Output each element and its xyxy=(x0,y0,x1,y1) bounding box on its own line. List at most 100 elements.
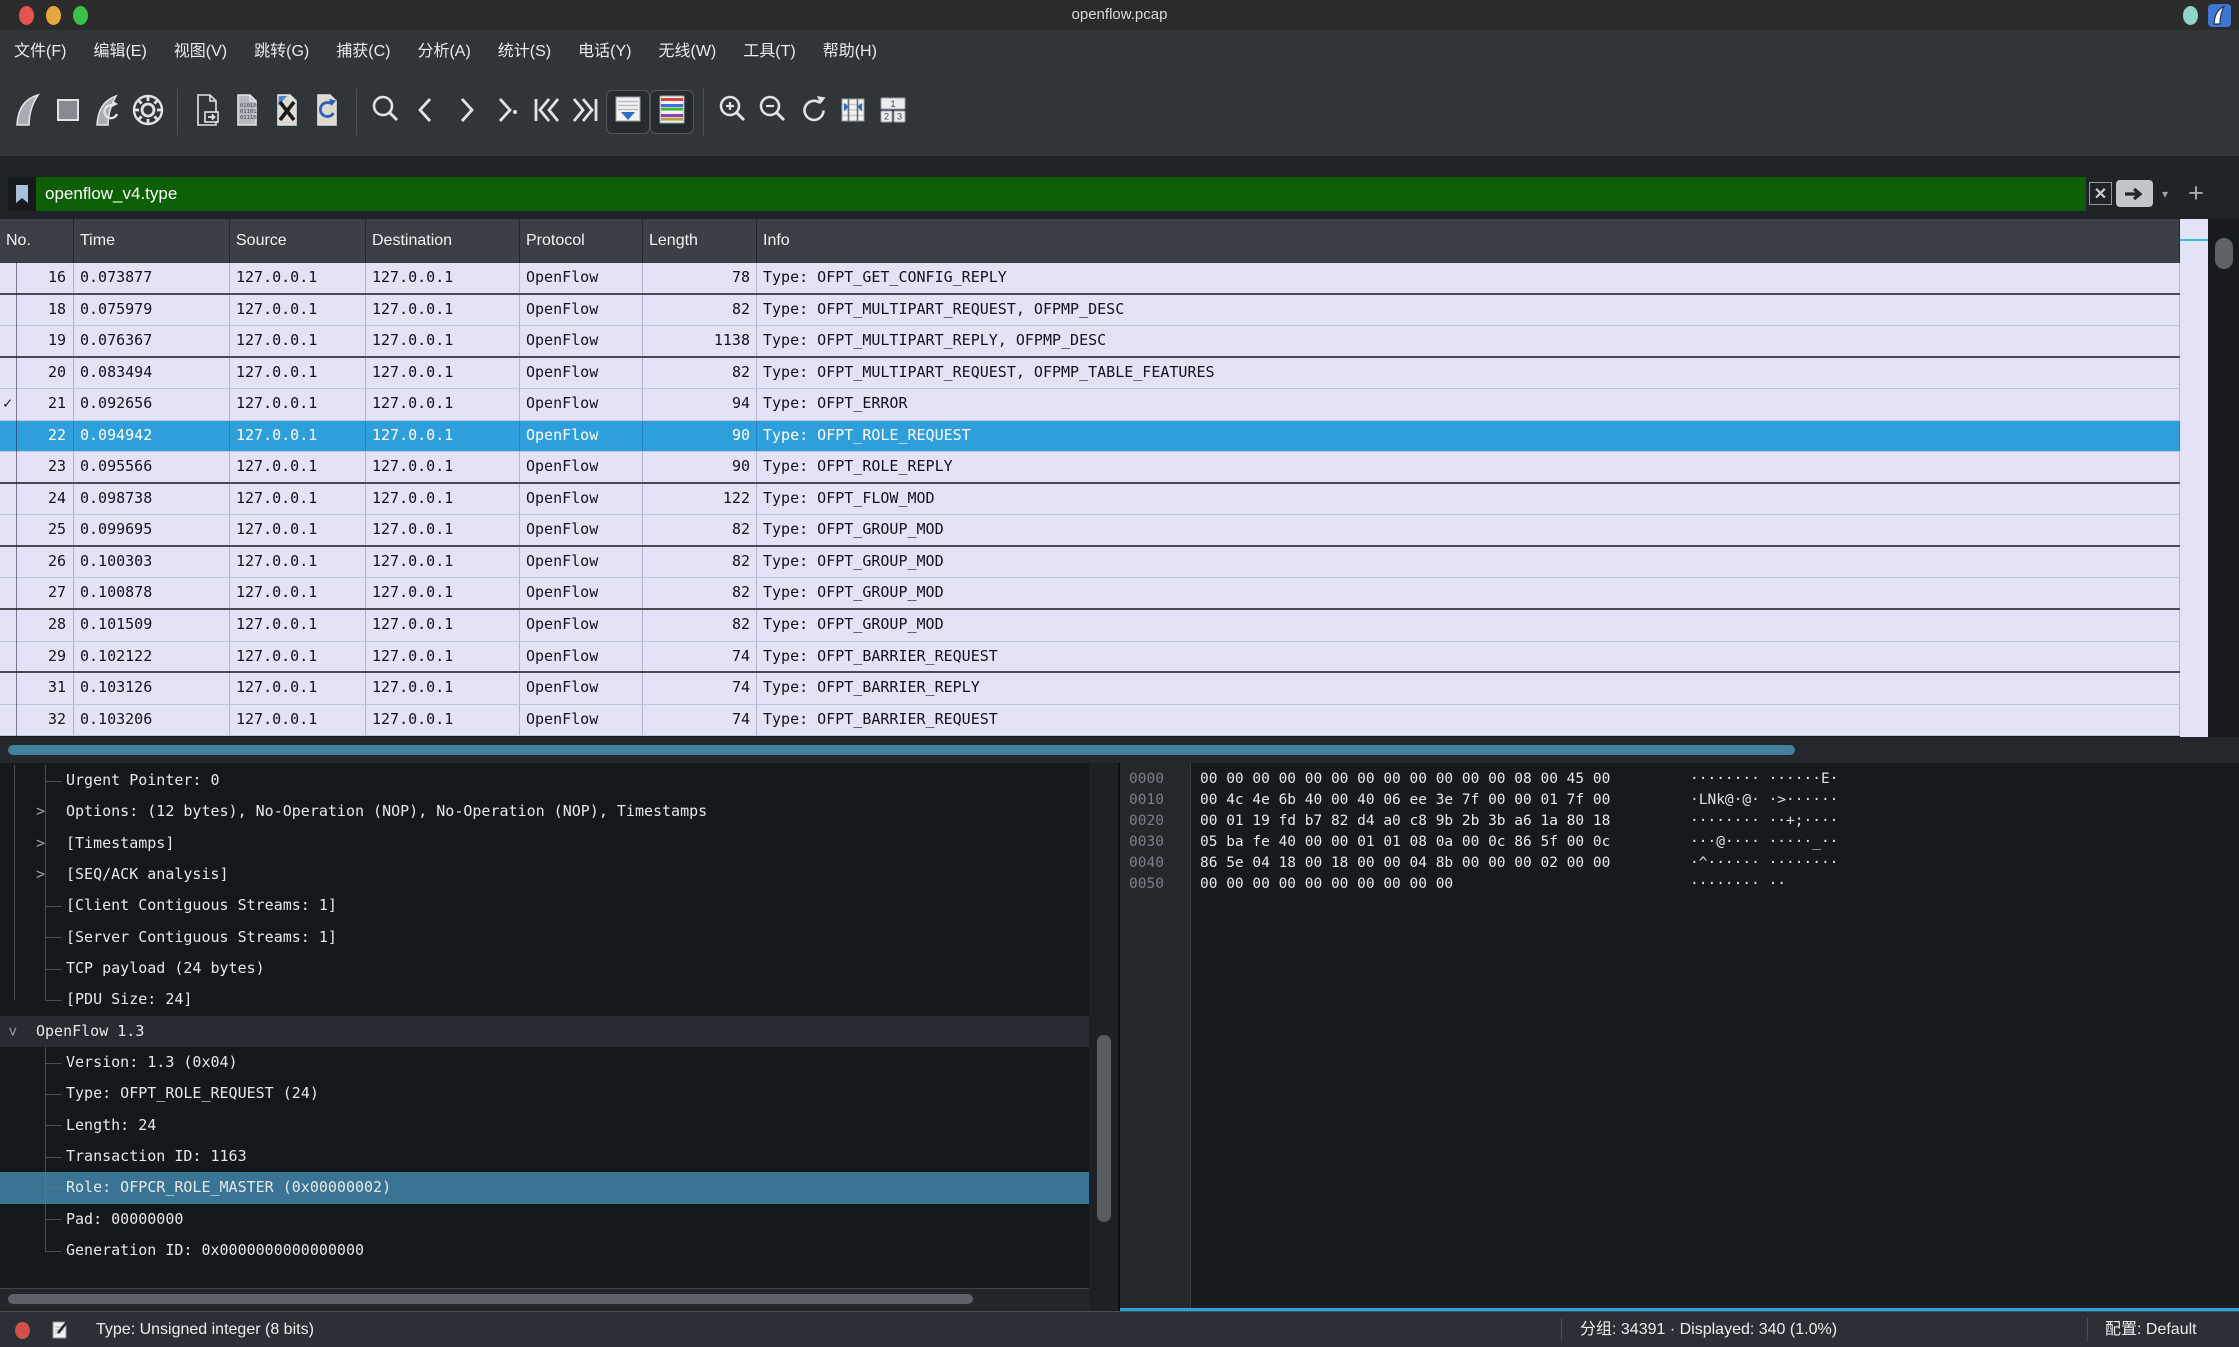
column-header-no[interactable]: No. xyxy=(0,219,74,263)
detail-hscrollbar[interactable] xyxy=(0,1288,1089,1311)
menu-item-f[interactable]: 文件(F) xyxy=(14,37,66,61)
go-previous-button[interactable] xyxy=(406,90,446,134)
detail-vscroll-thumb[interactable] xyxy=(1097,1035,1111,1222)
detail-row[interactable]: Generation ID: 0x0000000000000000 xyxy=(0,1235,1089,1266)
hex-row-0010[interactable]: 001000 4c 4e 6b 40 00 40 06 ee 3e 7f 00 … xyxy=(1120,790,2239,811)
hex-row-0050[interactable]: 005000 00 00 00 00 00 00 00 00 00·······… xyxy=(1120,874,2239,895)
hex-row-0000[interactable]: 000000 00 00 00 00 00 00 00 00 00 00 00 … xyxy=(1120,769,2239,790)
filter-dropdown-caret[interactable]: ▾ xyxy=(2157,182,2173,205)
menu-item-t[interactable]: 工具(T) xyxy=(743,37,795,61)
close-file-button[interactable] xyxy=(267,90,307,134)
detail-row[interactable]: [Server Contiguous Streams: 1] xyxy=(0,922,1089,953)
packet-row-20[interactable]: 200.083494127.0.0.1127.0.0.1OpenFlow82Ty… xyxy=(0,358,2180,390)
filter-bookmark-icon[interactable] xyxy=(8,177,36,211)
menu-item-v[interactable]: 视图(V) xyxy=(174,37,227,61)
go-to-packet-button[interactable] xyxy=(486,90,526,134)
expand-arrow-icon[interactable]: > xyxy=(36,828,45,859)
expert-info-button[interactable] xyxy=(15,1322,30,1339)
hex-row-0020[interactable]: 002000 01 19 fd b7 82 d4 a0 c8 9b 2b 3b … xyxy=(1120,811,2239,832)
packet-row-27[interactable]: 270.100878127.0.0.1127.0.0.1OpenFlow82Ty… xyxy=(0,578,2180,610)
detail-hscroll-thumb[interactable] xyxy=(8,1294,973,1304)
auto-scroll-button[interactable] xyxy=(606,90,650,134)
zoom-out-button[interactable] xyxy=(753,90,793,134)
packet-row-25[interactable]: 250.099695127.0.0.1127.0.0.1OpenFlow82Ty… xyxy=(0,515,2180,547)
packet-row-24[interactable]: 240.098738127.0.0.1127.0.0.1OpenFlow122T… xyxy=(0,484,2180,516)
packet-list-vscrollbar[interactable] xyxy=(2208,219,2239,737)
column-header-length[interactable]: Length xyxy=(643,219,757,263)
packet-row-26[interactable]: 260.100303127.0.0.1127.0.0.1OpenFlow82Ty… xyxy=(0,547,2180,579)
detail-vscrollbar[interactable] xyxy=(1089,763,1118,1311)
detail-row[interactable]: Role: OFPCR_ROLE_MASTER (0x00000002) xyxy=(0,1172,1089,1203)
packet-row-23[interactable]: 230.095566127.0.0.1127.0.0.1OpenFlow90Ty… xyxy=(0,452,2180,484)
packet-list-hscroll-thumb[interactable] xyxy=(8,745,1795,755)
detail-row[interactable]: Pad: 00000000 xyxy=(0,1204,1089,1235)
detail-row[interactable]: Version: 1.3 (0x04) xyxy=(0,1047,1089,1078)
cell-destination: 127.0.0.1 xyxy=(366,547,520,578)
menu-item-y[interactable]: 电话(Y) xyxy=(578,37,631,61)
packet-list-vscroll-thumb[interactable] xyxy=(2215,238,2233,269)
detail-row[interactable]: [PDU Size: 24] xyxy=(0,984,1089,1015)
profile-selector[interactable]: 配置: Default xyxy=(2105,1312,2197,1347)
filter-apply-button[interactable] xyxy=(2116,180,2153,207)
stop-capture-button[interactable] xyxy=(48,90,88,134)
expand-arrow-icon[interactable]: > xyxy=(36,859,45,890)
hex-row-0040[interactable]: 004086 5e 04 18 00 18 00 00 04 8b 00 00 … xyxy=(1120,853,2239,874)
resize-columns-button[interactable] xyxy=(833,90,873,134)
menu-item-g[interactable]: 跳转(G) xyxy=(254,37,309,61)
column-header-time[interactable]: Time xyxy=(74,219,230,263)
open-file-button[interactable] xyxy=(187,90,227,134)
packet-list-header[interactable]: No.TimeSourceDestinationProtocolLengthIn… xyxy=(0,219,2180,263)
menu-item-s[interactable]: 统计(S) xyxy=(498,37,551,61)
display-filter-input[interactable] xyxy=(36,177,2086,211)
menu-item-h[interactable]: 帮助(H) xyxy=(823,37,877,61)
detail-row[interactable]: TCP payload (24 bytes) xyxy=(0,953,1089,984)
packet-row-21[interactable]: 210.092656127.0.0.1127.0.0.1OpenFlow94Ty… xyxy=(0,389,2180,421)
capture-options-button[interactable] xyxy=(128,90,168,134)
start-capture-button[interactable] xyxy=(8,90,48,134)
menu-item-e[interactable]: 编辑(E) xyxy=(93,37,146,61)
detail-row[interactable]: [Client Contiguous Streams: 1] xyxy=(0,890,1089,921)
restart-capture-button[interactable] xyxy=(88,90,128,134)
packet-row-29[interactable]: 290.102122127.0.0.1127.0.0.1OpenFlow74Ty… xyxy=(0,642,2180,674)
menu-item-c[interactable]: 捕获(C) xyxy=(336,37,390,61)
column-header-info[interactable]: Info xyxy=(757,219,2180,263)
detail-row[interactable]: Transaction ID: 1163 xyxy=(0,1141,1089,1172)
reload-file-button[interactable] xyxy=(307,90,347,134)
collapse-arrow-icon[interactable]: > xyxy=(0,1027,28,1036)
packet-row-22[interactable]: 220.094942127.0.0.1127.0.0.1OpenFlow90Ty… xyxy=(0,421,2180,453)
expand-arrow-icon[interactable]: > xyxy=(36,796,45,827)
packet-row-19[interactable]: 190.076367127.0.0.1127.0.0.1OpenFlow1138… xyxy=(0,326,2180,358)
detail-row[interactable]: Type: OFPT_ROLE_REQUEST (24) xyxy=(0,1078,1089,1109)
detail-row[interactable]: >Options: (12 bytes), No-Operation (NOP)… xyxy=(0,796,1089,827)
packet-list-scroll-minimap[interactable] xyxy=(2180,219,2208,737)
detail-row[interactable]: >[Timestamps] xyxy=(0,828,1089,859)
layout-123-button[interactable]: 123 xyxy=(873,90,913,134)
column-header-destination[interactable]: Destination xyxy=(366,219,520,263)
menu-item-w[interactable]: 无线(W) xyxy=(658,37,716,61)
go-first-button[interactable] xyxy=(526,90,566,134)
packet-list-hscrollbar[interactable] xyxy=(0,737,2239,763)
packet-row-28[interactable]: 280.101509127.0.0.1127.0.0.1OpenFlow82Ty… xyxy=(0,610,2180,642)
column-header-source[interactable]: Source xyxy=(230,219,366,263)
filter-clear-button[interactable]: ✕ xyxy=(2089,182,2112,205)
detail-row[interactable]: >[SEQ/ACK analysis] xyxy=(0,859,1089,890)
find-packet-button[interactable] xyxy=(366,90,406,134)
go-last-button[interactable] xyxy=(566,90,606,134)
column-header-protocol[interactable]: Protocol xyxy=(520,219,643,263)
menu-item-a[interactable]: 分析(A) xyxy=(417,37,470,61)
packet-row-18[interactable]: 180.075979127.0.0.1127.0.0.1OpenFlow82Ty… xyxy=(0,295,2180,327)
detail-row[interactable]: Length: 24 xyxy=(0,1110,1089,1141)
colorize-button[interactable] xyxy=(650,90,694,134)
detail-row[interactable]: >OpenFlow 1.3 xyxy=(0,1016,1089,1047)
packet-row-16[interactable]: 160.073877127.0.0.1127.0.0.1OpenFlow78Ty… xyxy=(0,263,2180,295)
zoom-in-button[interactable] xyxy=(713,90,753,134)
filter-add-button[interactable]: + xyxy=(2183,178,2209,208)
packet-row-32[interactable]: 320.103206127.0.0.1127.0.0.1OpenFlow74Ty… xyxy=(0,705,2180,737)
hex-row-0030[interactable]: 003005 ba fe 40 00 00 01 01 08 0a 00 0c … xyxy=(1120,832,2239,853)
save-file-button[interactable]: 010100110101110 xyxy=(227,90,267,134)
capture-comment-icon[interactable] xyxy=(50,1319,70,1346)
detail-row[interactable]: Urgent Pointer: 0 xyxy=(0,765,1089,796)
zoom-reset-button[interactable] xyxy=(793,90,833,134)
go-next-button[interactable] xyxy=(446,90,486,134)
packet-row-31[interactable]: 310.103126127.0.0.1127.0.0.1OpenFlow74Ty… xyxy=(0,673,2180,705)
